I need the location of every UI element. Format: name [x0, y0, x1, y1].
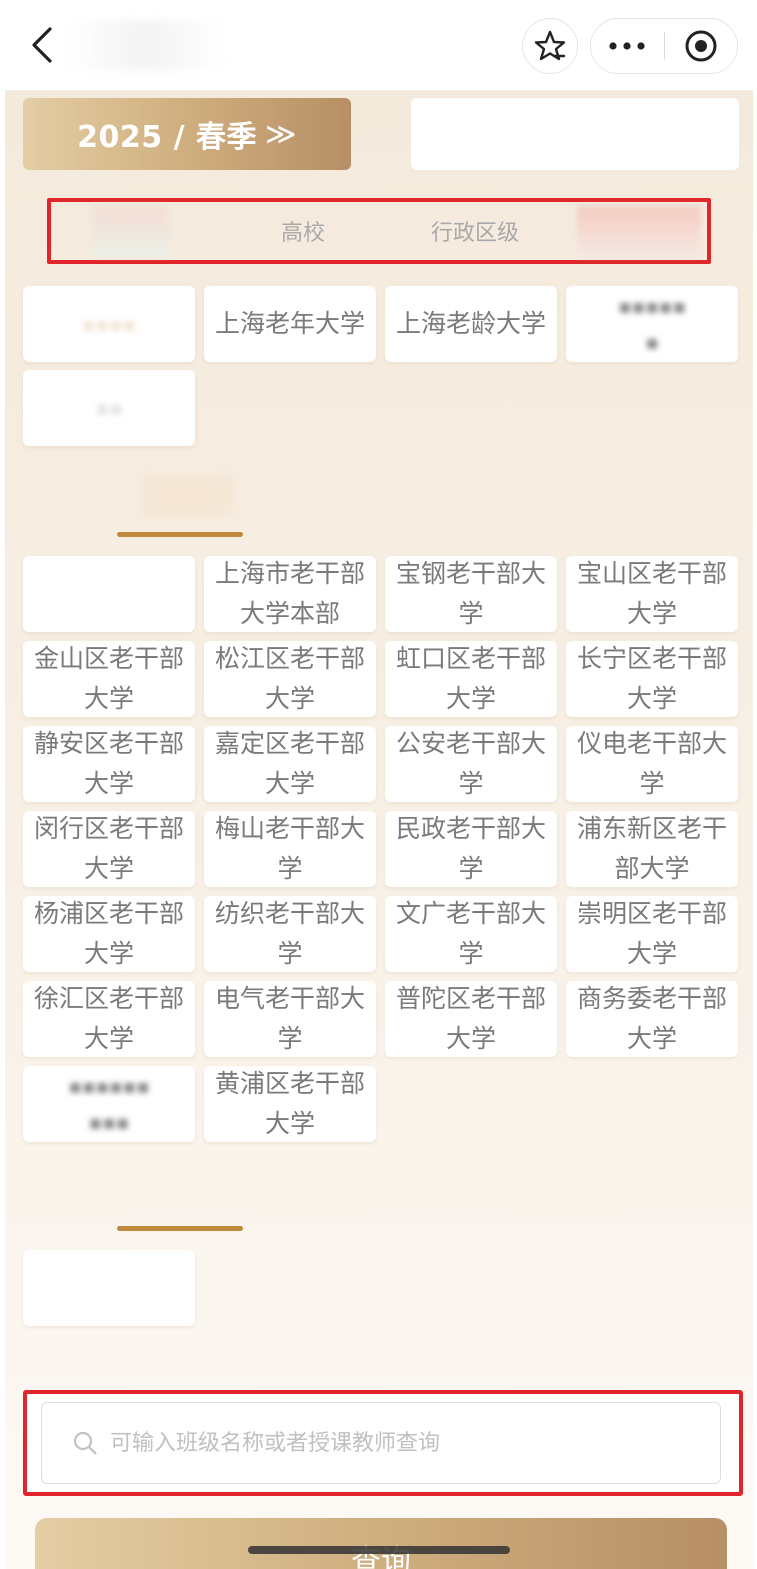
- sub-school-chip[interactable]: 宝钢老干部大学: [385, 556, 557, 632]
- sub-school-chip[interactable]: 宝山区老干部大学: [566, 556, 738, 632]
- sub-school-chip[interactable]: 杨浦区老干部大学: [23, 896, 195, 972]
- section-underline: [117, 1226, 243, 1231]
- close-button[interactable]: [665, 19, 738, 73]
- sub-school-chip[interactable]: 崇明区老干部大学: [566, 896, 738, 972]
- double-chevron-right-icon: ≫: [264, 116, 297, 152]
- sub-school-chip[interactable]: 静安区老干部大学: [23, 726, 195, 802]
- search-box[interactable]: [41, 1402, 721, 1484]
- school-chip[interactable]: 上海老年大学: [204, 286, 376, 362]
- home-indicator: [248, 1546, 510, 1554]
- search-icon: [73, 1431, 97, 1455]
- sub-school-chip-all[interactable]: 全部: [23, 556, 195, 632]
- query-button[interactable]: 查询: [35, 1518, 727, 1569]
- chevron-left-icon: [32, 27, 52, 63]
- sub-school-chip[interactable]: 上海市老干部大学本部: [204, 556, 376, 632]
- school-chip[interactable]: 上海老龄大学: [385, 286, 557, 362]
- main-content: 2025 / 春季 ≫ 高校 行政区级 ▪▪▪▪ 上海老年大学 上海老龄大学 ▪…: [5, 90, 753, 1569]
- mini-program-capsule: [590, 18, 738, 74]
- sub-school-chip[interactable]: 商务委老干部大学: [566, 981, 738, 1057]
- blurred-section-title: [142, 476, 232, 516]
- school-chip-blurred[interactable]: ▪▪: [23, 370, 195, 446]
- favorite-button[interactable]: [522, 18, 578, 74]
- search-section: [23, 1390, 743, 1496]
- sub-school-chip[interactable]: 长宁区老干部大学: [566, 641, 738, 717]
- sub-school-chip[interactable]: 徐汇区老干部大学: [23, 981, 195, 1057]
- blurred-selector-box[interactable]: [411, 98, 739, 170]
- tab-university[interactable]: 高校: [247, 202, 359, 260]
- sub-school-chip[interactable]: 民政老干部大学: [385, 811, 557, 887]
- blurred-tab[interactable]: [93, 206, 169, 256]
- sub-school-grid: 全部 上海市老干部大学本部 宝钢老干部大学 宝山区老干部大学 金山区老干部大学 …: [23, 556, 739, 1156]
- season-selector[interactable]: 2025 / 春季 ≫: [23, 98, 351, 170]
- class-type-chip-blurred[interactable]: [23, 1250, 195, 1326]
- sub-school-chip[interactable]: 仪电老干部大学: [566, 726, 738, 802]
- more-dots-icon: [609, 42, 645, 50]
- sub-school-chip[interactable]: 闵行区老干部大学: [23, 811, 195, 887]
- sub-school-chip[interactable]: 松江区老干部大学: [204, 641, 376, 717]
- search-input[interactable]: [110, 1430, 690, 1456]
- season-label: 2025 / 春季: [77, 120, 257, 155]
- sub-school-chip[interactable]: 金山区老干部大学: [23, 641, 195, 717]
- back-button[interactable]: [22, 22, 62, 68]
- category-tabs: 高校 行政区级: [47, 198, 711, 264]
- sub-school-chip[interactable]: 公安老干部大学: [385, 726, 557, 802]
- school-chip-blurred[interactable]: ▪▪▪▪▪ ▪: [566, 286, 738, 362]
- sub-school-chip[interactable]: 黄浦区老干部大学: [204, 1066, 376, 1142]
- sub-school-chip[interactable]: 电气老干部大学: [204, 981, 376, 1057]
- school-grid: ▪▪▪▪ 上海老年大学 上海老龄大学 ▪▪▪▪▪ ▪ ▪▪: [23, 286, 739, 456]
- sub-school-chip[interactable]: 纺织老干部大学: [204, 896, 376, 972]
- tab-district-level[interactable]: 行政区级: [411, 202, 539, 260]
- section-underline: [117, 532, 243, 537]
- sub-school-chip[interactable]: 虹口区老干部大学: [385, 641, 557, 717]
- blurred-tab[interactable]: [577, 206, 701, 256]
- sub-school-chip[interactable]: 普陀区老干部大学: [385, 981, 557, 1057]
- sub-school-chip[interactable]: 浦东新区老干部大学: [566, 811, 738, 887]
- sub-school-chip[interactable]: 嘉定区老干部大学: [204, 726, 376, 802]
- sub-school-chip-blurred[interactable]: ▪▪▪▪▪▪ ▪▪▪: [23, 1066, 195, 1142]
- sub-school-chip[interactable]: 梅山老干部大学: [204, 811, 376, 887]
- star-icon: [534, 30, 566, 61]
- more-button[interactable]: [591, 19, 664, 73]
- school-chip-selected-blurred[interactable]: ▪▪▪▪: [23, 286, 195, 362]
- top-nav-bar: [0, 0, 757, 90]
- target-close-icon: [685, 30, 717, 62]
- sub-school-chip[interactable]: 文广老干部大学: [385, 896, 557, 972]
- blurred-page-title: [66, 20, 226, 70]
